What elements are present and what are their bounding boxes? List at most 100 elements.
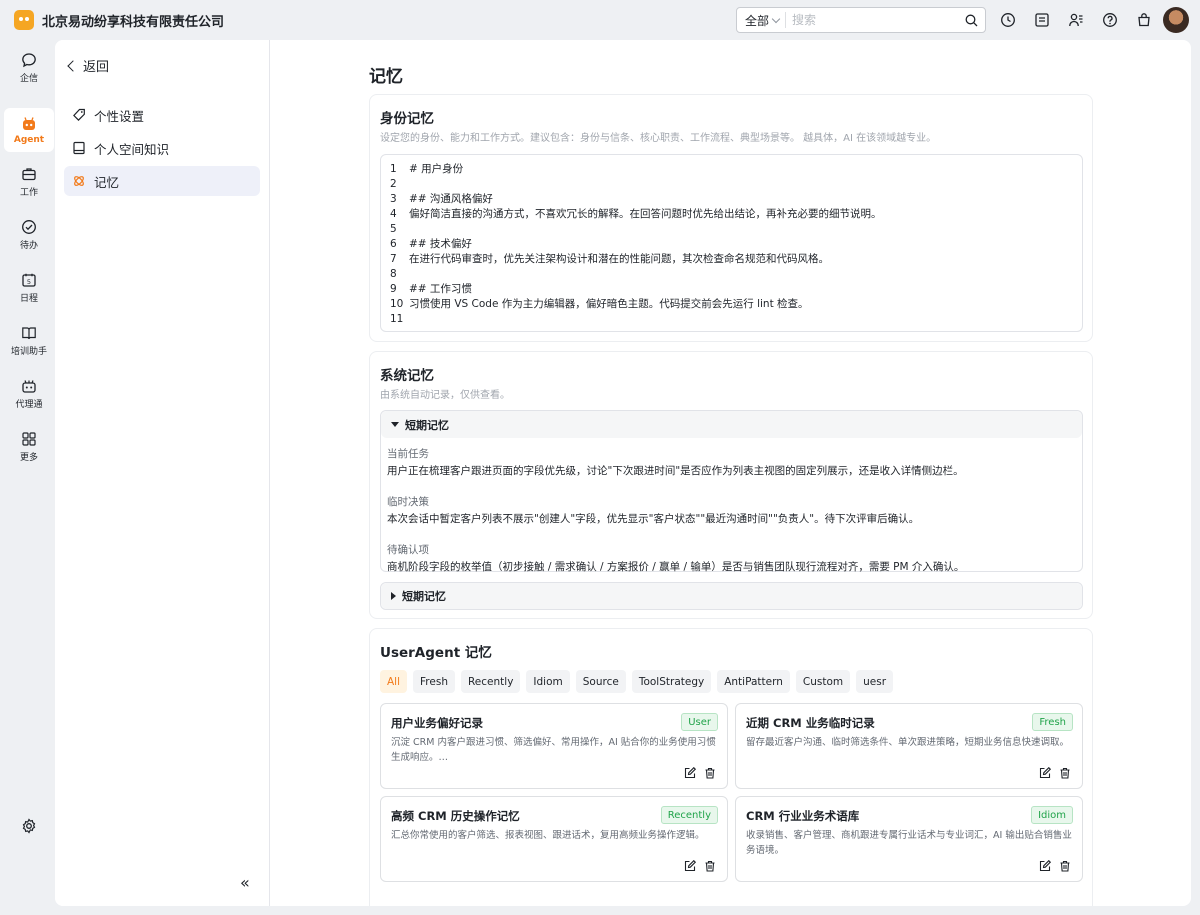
calendar-icon: 5 xyxy=(22,273,36,287)
code-text: # 用户身份 xyxy=(409,163,464,175)
filter-chip-toolstrategy[interactable]: ToolStrategy xyxy=(631,670,712,693)
memory-card[interactable]: 高频 CRM 历史操作记忆 Recently 汇总你常使用的客户筛选、报表视图、跟进… xyxy=(380,796,728,882)
memory-filter-bar: All Fresh Recently Idiom Source ToolStrategy A… xyxy=(380,670,894,693)
memory-card-actions xyxy=(683,859,717,873)
code-line: 7 在进行代码审查时，优先关注架构设计和潜在的性能问题，其次检查命名规范和代码风格… xyxy=(381,251,1082,266)
briefcase-icon xyxy=(22,168,36,181)
filter-chip-recently[interactable]: Recently xyxy=(460,670,521,693)
subnav-item-memory[interactable]: 记忆 xyxy=(64,166,260,196)
line-number: 3 xyxy=(390,192,397,205)
shopping-bag-icon[interactable] xyxy=(1132,8,1156,32)
code-line: 1 # 用户身份 xyxy=(381,161,1082,176)
memory-card-title: 用户业务偏好记录 xyxy=(391,716,483,730)
search-scope-select[interactable]: 全部 xyxy=(737,12,787,28)
rail-item-chat[interactable]: 企信 xyxy=(4,46,54,90)
app-rail: 企信 Agent 工作 待办 5 日程 培训助手 代理通 更多 xyxy=(0,40,55,915)
short-term-memory-header[interactable]: 短期记忆 xyxy=(381,411,1082,438)
identity-memory-card: 身份记忆 设定您的身份、能力和工作方式。建议包含：身份与信条、核心职责、工作流程… xyxy=(369,94,1093,342)
subnav-item-personal-knowledge[interactable]: 个人空间知识 xyxy=(64,133,260,163)
line-number: 10 xyxy=(390,297,404,310)
gear-icon xyxy=(22,818,36,834)
line-number: 5 xyxy=(390,222,397,235)
chat-icon xyxy=(22,53,36,68)
short-term-memory-label: 短期记忆 xyxy=(405,418,449,432)
rail-item-agent[interactable]: Agent xyxy=(4,108,54,152)
code-text: 偏好简洁直接的沟通方式，不喜欢冗长的解释。在回答问题时优先给出结论，再补充必要的… xyxy=(409,208,882,220)
edit-icon[interactable] xyxy=(683,766,697,780)
trash-icon[interactable] xyxy=(703,859,717,873)
memory-card-desc: 汇总你常使用的客户筛选、报表视图、跟进话术，复用高频业务操作逻辑。 xyxy=(391,830,705,841)
code-text: ## 技术偏好 xyxy=(409,238,472,250)
subnav-item-label: 记忆 xyxy=(94,174,120,190)
rail-label: 更多 xyxy=(19,453,38,463)
filter-chip-idiom[interactable]: Idiom xyxy=(526,670,570,693)
rail-item-work[interactable]: 工作 xyxy=(4,160,54,204)
help-icon[interactable] xyxy=(1098,8,1122,32)
filter-chip-antipattern[interactable]: AntiPattern xyxy=(717,670,790,693)
short-term-memory-collapsed-header[interactable]: 短期记忆 xyxy=(381,583,1082,609)
user-avatar[interactable] xyxy=(1163,7,1189,33)
code-line: 8 xyxy=(381,266,1082,281)
memory-content: 记忆 身份记忆 设定您的身份、能力和工作方式。建议包含：身份与信条、核心职责、工… xyxy=(271,40,1191,906)
agent-icon xyxy=(23,116,35,130)
settings-subnav: 返回 个性设置 个人空间知识 记忆 « xyxy=(55,40,270,906)
search-icon[interactable] xyxy=(961,10,981,30)
check-circle-icon xyxy=(22,220,36,234)
settings-button[interactable] xyxy=(17,814,41,838)
system-memory-desc: 由系统自动记录，仅供查看。 xyxy=(380,390,510,401)
trash-icon[interactable] xyxy=(1058,766,1072,780)
code-line: 6 ## 技术偏好 xyxy=(381,236,1082,251)
filter-chip-custom[interactable]: Custom xyxy=(795,670,851,693)
memory-entry-label: 当前任务 xyxy=(387,448,429,460)
memory-card-tag: Idiom xyxy=(1031,806,1073,824)
line-number: 2 xyxy=(390,177,397,190)
subnav-item-label: 个性设置 xyxy=(94,108,145,124)
memory-card[interactable]: 用户业务偏好记录 User 沉淀 CRM 内客户跟进习惯、筛选偏好、常用操作，AI … xyxy=(380,703,728,789)
trash-icon[interactable] xyxy=(703,766,717,780)
search-input[interactable] xyxy=(786,13,961,27)
memory-card-desc: 留存最近客户沟通、临时筛选条件、单次跟进策略，短期业务信息快速调取。 xyxy=(746,737,1070,748)
filter-chip-uesr[interactable]: uesr xyxy=(856,670,894,693)
caret-right-icon xyxy=(391,592,396,600)
identity-memory-editor[interactable]: 1 # 用户身份 2 3 ## 沟通风格偏好 4 偏好简洁直接的沟通方式，不喜欢冗长的解释。… xyxy=(380,154,1083,332)
clock-icon[interactable] xyxy=(996,8,1020,32)
memory-card[interactable]: CRM 行业业务术语库 Idiom 收录销售、客户管理、商机跟进专属行业话术与专业词… xyxy=(735,796,1083,882)
memory-card-tag: Fresh xyxy=(1032,713,1073,731)
code-line: 4 偏好简洁直接的沟通方式，不喜欢冗长的解释。在回答问题时优先给出结论，再补充必要… xyxy=(381,206,1082,221)
back-button[interactable]: 返回 xyxy=(65,56,109,75)
memory-entry-label: 临时决策 xyxy=(387,496,429,508)
short-term-memory-body: 当前任务 用户正在梳理客户跟进页面的字段优先级，讨论"下次跟进时间"是否应作为列… xyxy=(381,438,1082,580)
rail-item-more[interactable]: 更多 xyxy=(4,425,54,469)
short-term-memory-collapsed-label: 短期记忆 xyxy=(402,590,446,603)
rail-item-training[interactable]: 培训助手 xyxy=(4,319,54,363)
contacts-icon[interactable] xyxy=(1064,8,1088,32)
memory-card-title: 高频 CRM 历史操作记忆 xyxy=(391,809,520,823)
filter-chip-source[interactable]: Source xyxy=(575,670,626,693)
subnav-item-label: 个人空间知识 xyxy=(94,141,170,157)
rail-item-proxy[interactable]: 代理通 xyxy=(4,372,54,416)
code-text: ## 沟通风格偏好 xyxy=(409,193,493,205)
edit-icon[interactable] xyxy=(683,859,697,873)
chevron-left-icon xyxy=(67,59,79,72)
collapse-sidebar-button[interactable]: « xyxy=(240,873,250,892)
edit-icon[interactable] xyxy=(1038,859,1052,873)
memory-card[interactable]: 近期 CRM 业务临时记录 Fresh 留存最近客户沟通、临时筛选条件、单次跟进策略… xyxy=(735,703,1083,789)
rail-item-calendar[interactable]: 5 日程 xyxy=(4,266,54,310)
rail-item-todo[interactable]: 待办 xyxy=(4,213,54,257)
trash-icon[interactable] xyxy=(1058,859,1072,873)
filter-chip-fresh[interactable]: Fresh xyxy=(413,670,455,693)
memory-entry-text: 商机阶段字段的枚举值（初步接触 / 需求确认 / 方案报价 / 赢单 / 输单）… xyxy=(387,561,965,573)
edit-icon[interactable] xyxy=(1038,766,1052,780)
line-number: 4 xyxy=(390,207,397,220)
inbox-icon[interactable] xyxy=(1030,8,1054,32)
subnav-item-personal-settings[interactable]: 个性设置 xyxy=(64,100,260,130)
code-text: ## 工作习惯 xyxy=(409,283,472,295)
rail-label: 日程 xyxy=(19,294,38,304)
filter-chip-all[interactable]: All xyxy=(380,670,408,693)
memory-card-title: CRM 行业业务术语库 xyxy=(746,809,860,823)
memory-icon xyxy=(74,176,84,186)
svg-text:5: 5 xyxy=(27,278,31,286)
line-number: 1 xyxy=(390,162,397,175)
memory-card-title: 近期 CRM 业务临时记录 xyxy=(746,716,875,730)
caret-down-icon xyxy=(391,422,399,427)
